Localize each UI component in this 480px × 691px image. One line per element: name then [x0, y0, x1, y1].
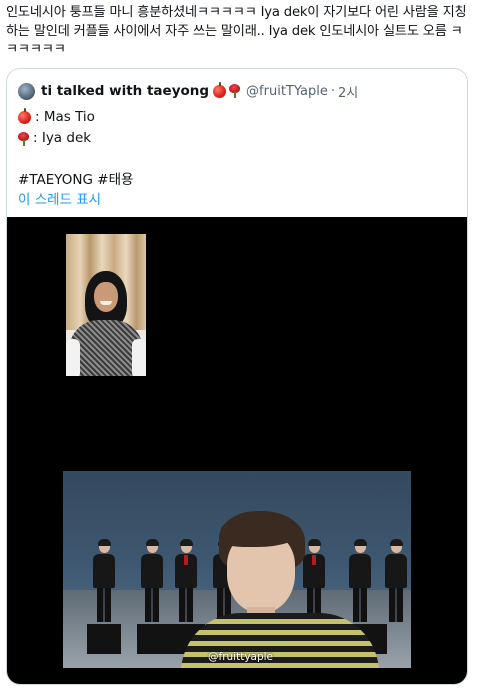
pedestal [87, 624, 121, 654]
rose-emoji-icon [229, 84, 241, 98]
author-name[interactable]: ti talked with taeyong [41, 83, 209, 99]
video-call-man: @fruittyaple [63, 471, 411, 668]
woman-sleeve-right [132, 339, 146, 376]
man-on-call [181, 511, 379, 668]
quoted-tweet-card[interactable]: ti talked with taeyong @fruitTYaple · 2시… [6, 68, 468, 685]
separator-dot: · [330, 83, 335, 99]
group-member [93, 539, 115, 622]
video-call-woman [66, 234, 146, 376]
dialog-line-2-text: : Iya dek [33, 130, 92, 146]
show-thread-link[interactable]: 이 스레드 표시 [18, 188, 101, 208]
group-member [385, 539, 407, 622]
dialog-line-1-text: : Mas Tio [35, 109, 95, 125]
dialog-line-2: : Iya dek [18, 128, 458, 149]
pedestal [137, 624, 171, 654]
post-time[interactable]: 2시 [338, 82, 358, 101]
video-player[interactable]: @fruittyaple [7, 217, 467, 684]
rose-emoji-icon [18, 131, 29, 146]
video-watermark: @fruittyaple [208, 651, 274, 663]
avatar[interactable] [18, 82, 35, 100]
tweet-text: 인도네시아 퉁프들 마니 흥분하셨네ㅋㅋㅋㅋㅋ Iya dek이 자기보다 어린… [6, 5, 467, 57]
woman-face [94, 282, 118, 312]
group-member [141, 539, 163, 622]
author-handle[interactable]: @fruitTYaple [246, 84, 328, 99]
dialog-line-1: : Mas Tio [18, 107, 458, 128]
apple-emoji-icon [18, 108, 31, 124]
quoted-tweet-body: : Mas Tio : Iya dek #TAEYONG #태용 [18, 107, 458, 191]
quoted-tweet-header: ti talked with taeyong @fruitTYaple · 2시 [18, 81, 358, 101]
woman-sleeve-left [66, 339, 80, 376]
apple-emoji-icon [213, 81, 227, 98]
